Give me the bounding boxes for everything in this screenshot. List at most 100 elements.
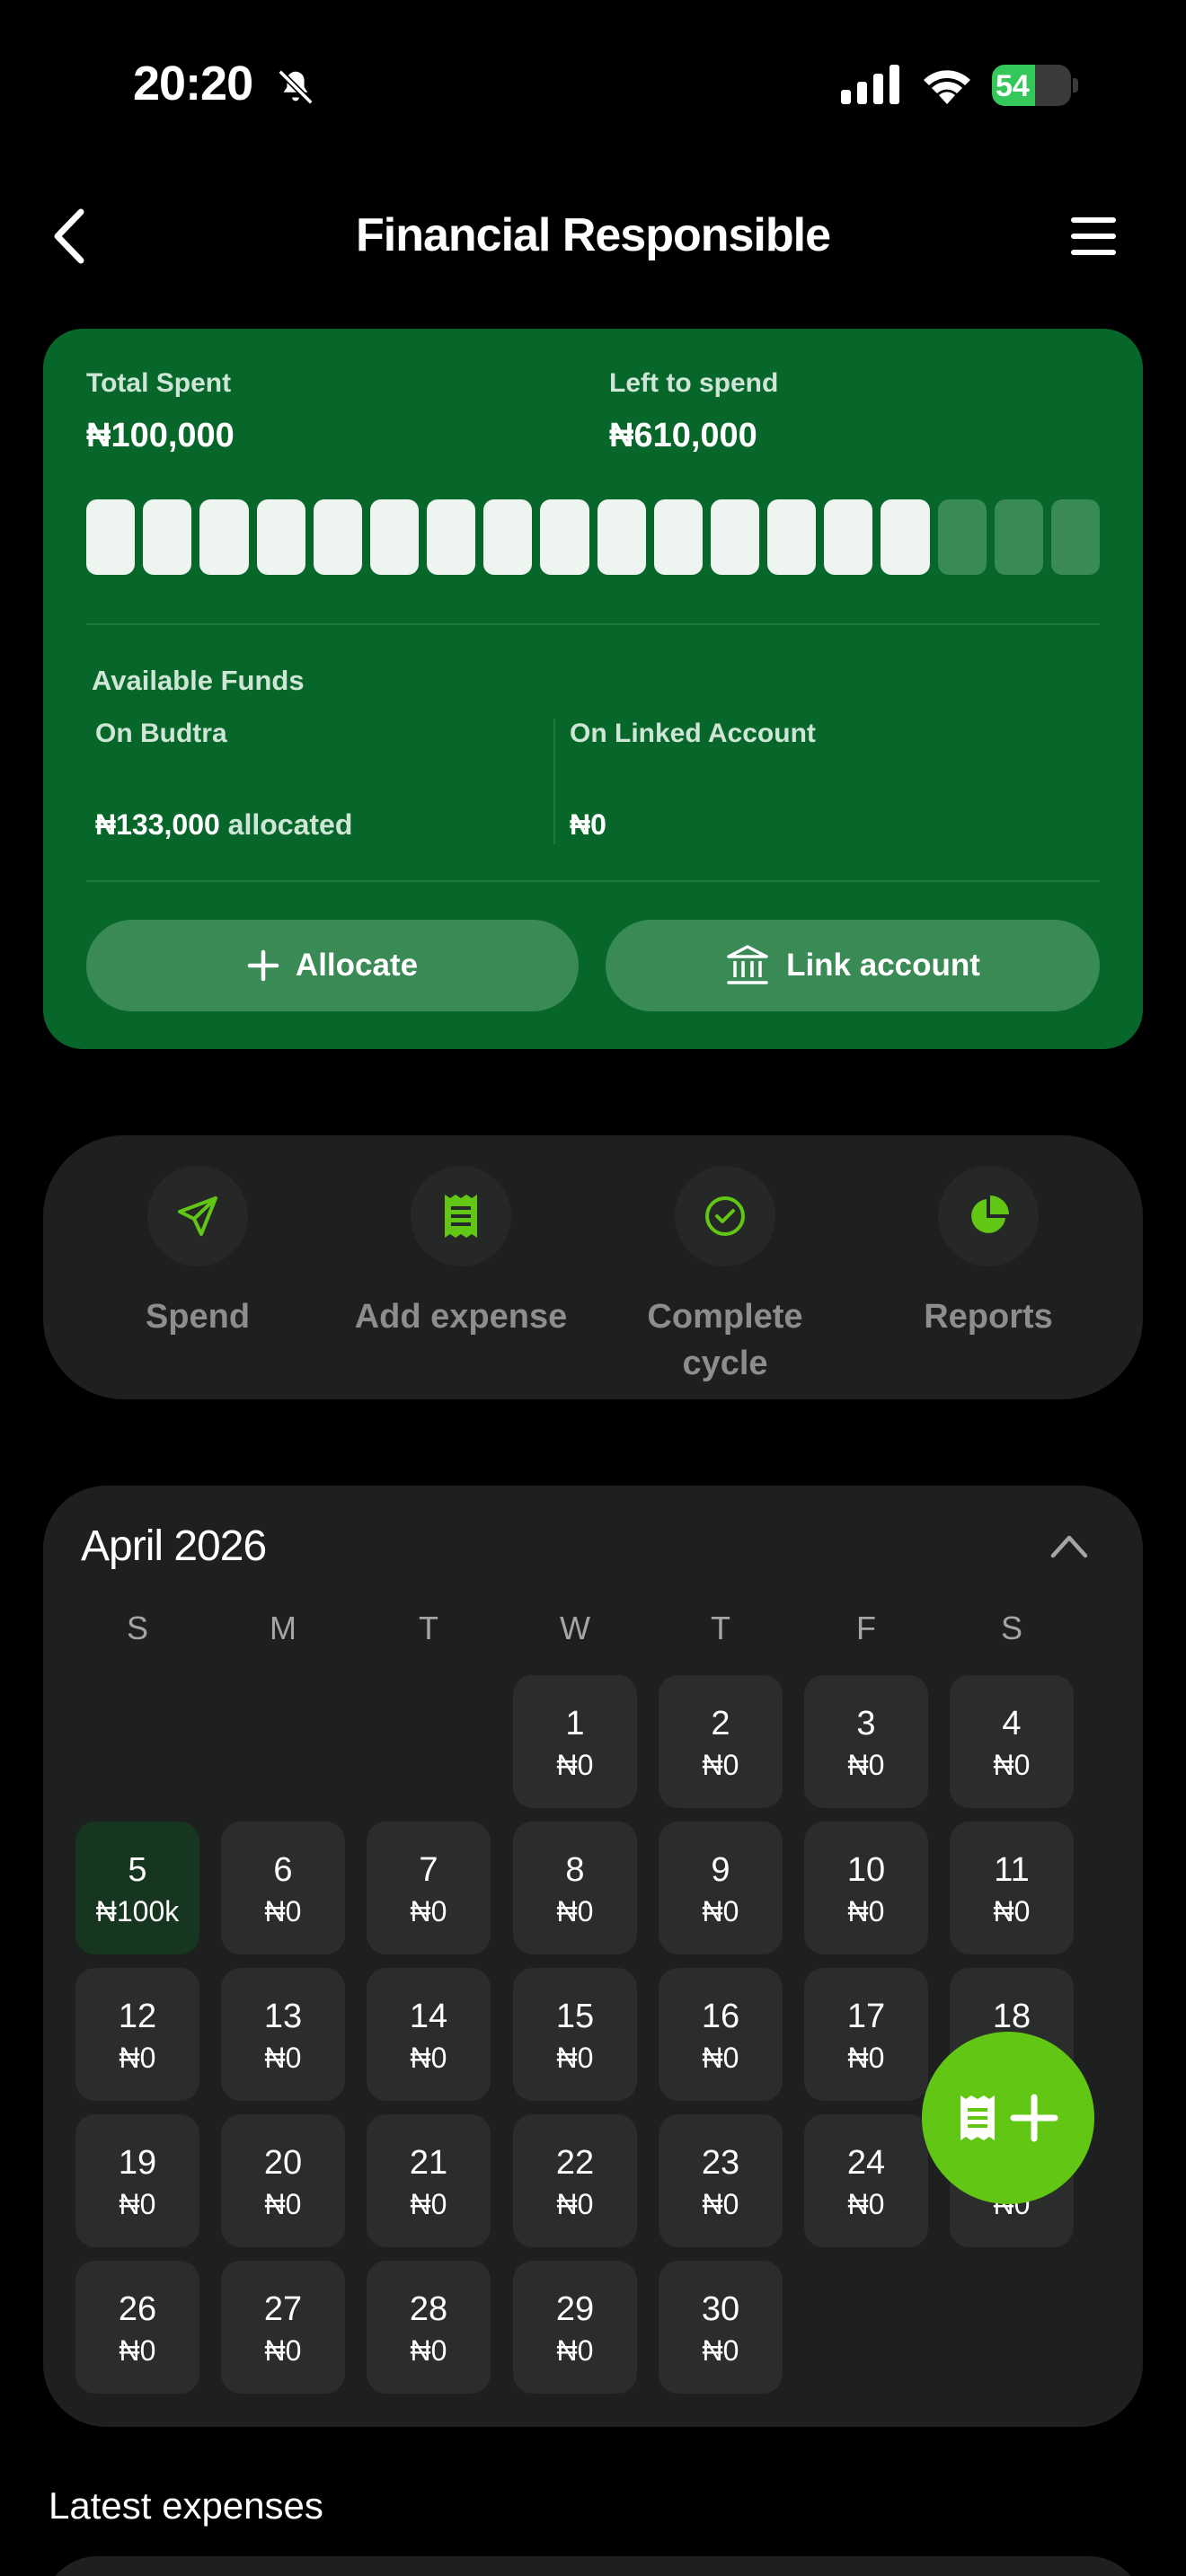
day-number: 26	[118, 2290, 157, 2328]
calendar-day[interactable]: 15 ₦0	[513, 1968, 637, 2101]
progress-segment-filled	[881, 499, 930, 575]
day-amount: ₦0	[556, 2334, 594, 2367]
calendar-day[interactable]: 1 ₦0	[513, 1675, 637, 1808]
day-amount: ₦0	[993, 1895, 1031, 1928]
allocate-button[interactable]: Allocate	[86, 920, 579, 1011]
calendar-day[interactable]: 8 ₦0	[513, 1822, 637, 1954]
progress-segment-filled	[199, 499, 249, 575]
weekday-header: S	[1000, 1610, 1022, 1646]
calendar-day[interactable]: 12 ₦0	[75, 1968, 199, 2101]
calendar-day[interactable]: 2 ₦0	[659, 1675, 783, 1808]
day-amount: ₦0	[993, 1749, 1031, 1781]
calendar-day[interactable]: 26 ₦0	[75, 2261, 199, 2394]
progress-segment-filled	[483, 499, 533, 575]
progress-segment-filled	[824, 499, 873, 575]
progress-segment-empty	[1050, 499, 1101, 575]
progress-segment-filled	[710, 499, 760, 575]
day-number: 9	[711, 1851, 730, 1889]
progress-segment-filled	[369, 499, 420, 575]
day-amount: ₦0	[410, 2188, 447, 2220]
calendar-day[interactable]: 3 ₦0	[804, 1675, 928, 1808]
calendar-day[interactable]: 27 ₦0	[221, 2261, 345, 2394]
chevron-up-icon[interactable]	[1049, 1532, 1089, 1559]
day-amount: ₦0	[556, 1895, 594, 1928]
calendar-day[interactable]: 29 ₦0	[513, 2261, 637, 2394]
weekday-header: T	[711, 1610, 730, 1646]
day-amount: ₦0	[410, 1895, 447, 1928]
day-amount: ₦0	[264, 1895, 302, 1928]
check-circle-icon	[705, 1196, 745, 1236]
status-bar: 20:20 54	[0, 0, 1186, 171]
calendar-day[interactable]: 7 ₦0	[367, 1822, 491, 1954]
plus-icon	[247, 949, 279, 982]
signal-icon	[841, 65, 899, 104]
progress-segment-filled	[86, 499, 136, 575]
weekday-header: T	[419, 1610, 438, 1646]
day-number: 5	[128, 1851, 147, 1889]
day-number: 22	[555, 2144, 595, 2182]
day-number: 23	[701, 2144, 740, 2182]
calendar-day[interactable]: 5 ₦100k	[75, 1822, 199, 1954]
calendar-day[interactable]: 20 ₦0	[221, 2114, 345, 2247]
calendar-day[interactable]: 14 ₦0	[367, 1968, 491, 2101]
link-account-button[interactable]: Link account	[606, 920, 1100, 1011]
day-amount: ₦0	[847, 2042, 885, 2074]
weekday-header: W	[560, 1610, 590, 1646]
day-number: 14	[409, 1998, 448, 2035]
calendar-day[interactable]: 19 ₦0	[75, 2114, 199, 2247]
day-number: 19	[118, 2144, 157, 2182]
day-number: 15	[555, 1998, 595, 2035]
calendar-day[interactable]: 10 ₦0	[804, 1822, 928, 1954]
day-amount: ₦0	[847, 2188, 885, 2220]
day-number: 21	[409, 2144, 448, 2182]
day-amount: ₦0	[119, 2334, 156, 2367]
calendar-day[interactable]: 9 ₦0	[659, 1822, 783, 1954]
calendar-day[interactable]: 28 ₦0	[367, 2261, 491, 2394]
add-expense-fab[interactable]	[922, 2032, 1094, 2204]
calendar-day[interactable]: 17 ₦0	[804, 1968, 928, 2101]
battery-percent: 54	[996, 69, 1030, 103]
progress-segment-filled	[427, 499, 476, 575]
reports-action[interactable]: Reports	[876, 1166, 1101, 1340]
send-icon	[178, 1196, 217, 1236]
linked-account-value: ₦0	[570, 808, 606, 841]
day-amount: ₦0	[847, 1895, 885, 1928]
complete-cycle-action[interactable]: Complete cycle	[613, 1166, 837, 1387]
calendar-day[interactable]: 13 ₦0	[221, 1968, 345, 2101]
calendar-day[interactable]: 21 ₦0	[367, 2114, 491, 2247]
menu-icon[interactable]	[1071, 216, 1116, 257]
day-amount: ₦0	[556, 1749, 594, 1781]
day-number: 11	[994, 1851, 1030, 1889]
calendar-day[interactable]: 23 ₦0	[659, 2114, 783, 2247]
day-number: 28	[409, 2290, 448, 2328]
column-divider	[553, 719, 555, 844]
calendar-day[interactable]: 22 ₦0	[513, 2114, 637, 2247]
day-number: 2	[711, 1705, 730, 1742]
day-number: 18	[992, 1998, 1031, 2035]
day-number: 6	[273, 1851, 293, 1889]
add-expense-action[interactable]: Add expense	[349, 1166, 573, 1340]
progress-segment-filled	[540, 499, 589, 575]
weekday-header: F	[856, 1610, 876, 1646]
calendar-day[interactable]: 30 ₦0	[659, 2261, 783, 2394]
day-amount: ₦0	[847, 1749, 885, 1781]
calendar-card: April 2026 S M T W T F S 1 ₦0 2 ₦0 3 ₦0 4 ₦0 5 ₦100k 6 ₦0 7…	[43, 1486, 1143, 2427]
calendar-day[interactable]: 6 ₦0	[221, 1822, 345, 1954]
day-amount: ₦0	[410, 2334, 447, 2367]
day-number: 30	[701, 2290, 740, 2328]
bell-muted-icon	[278, 69, 314, 105]
calendar-day[interactable]: 24 ₦0	[804, 2114, 928, 2247]
calendar-day[interactable]: 4 ₦0	[950, 1675, 1074, 1808]
calendar-day[interactable]: 16 ₦0	[659, 1968, 783, 2101]
day-amount: ₦0	[119, 2042, 156, 2074]
day-number: 16	[701, 1998, 740, 2035]
day-number: 24	[846, 2144, 886, 2182]
progress-segment-filled	[767, 499, 817, 575]
total-spent-label: Total Spent	[86, 368, 232, 398]
receipt-icon	[960, 2095, 995, 2140]
calendar-month: April 2026	[81, 1522, 267, 1570]
quick-actions: Spend Add expense Complete cycle Reports	[43, 1135, 1143, 1399]
progress-segment-filled	[143, 499, 192, 575]
calendar-day[interactable]: 11 ₦0	[950, 1822, 1074, 1954]
spend-action[interactable]: Spend	[85, 1166, 310, 1340]
